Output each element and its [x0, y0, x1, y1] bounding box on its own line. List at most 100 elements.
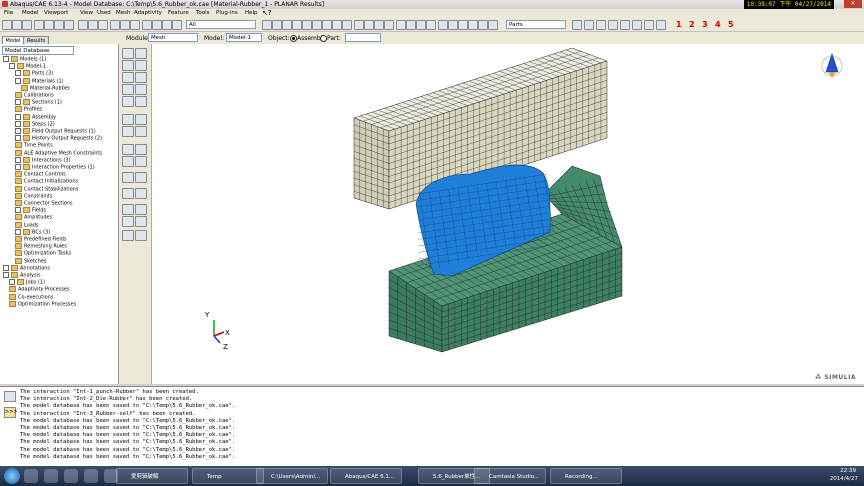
expand-box-icon[interactable] [15, 77, 21, 84]
toolbar-tool-icon[interactable] [396, 20, 406, 30]
tree-item[interactable]: Loads [15, 221, 39, 229]
toolbar-tool-icon[interactable] [262, 20, 272, 30]
front-view-icon[interactable] [142, 20, 152, 30]
tree-item[interactable]: Adaptivity Processes [9, 286, 70, 293]
menu-tools[interactable]: Tools [196, 10, 210, 16]
mesh-tool-icon[interactable] [135, 216, 147, 227]
menu-model[interactable]: Model [22, 10, 39, 16]
taskbar-button[interactable]: Recording... [550, 468, 622, 484]
toolbar-tool-icon[interactable] [438, 20, 448, 30]
top-view-icon[interactable] [162, 20, 172, 30]
toolbar-tool-icon[interactable] [312, 20, 322, 30]
toolbar-tool-icon[interactable] [478, 20, 488, 30]
tree-item[interactable]: Sections (1) [15, 99, 62, 106]
toolbar-tool-icon[interactable] [292, 20, 302, 30]
toolbar-tool-icon[interactable] [426, 20, 436, 30]
tree-item[interactable]: Profiles [15, 106, 42, 113]
expand-box-icon[interactable] [15, 164, 21, 170]
toolbar-tool-icon[interactable] [608, 20, 618, 30]
mesh-tool-icon[interactable] [135, 60, 147, 71]
toolbar-tool-icon[interactable] [272, 20, 282, 30]
toolbar-tool-icon[interactable] [468, 20, 478, 30]
tree-item[interactable]: Connector Sections [15, 200, 73, 207]
tree-item[interactable]: Jobs (1) [9, 279, 45, 286]
mesh-tool-icon[interactable] [122, 60, 134, 71]
mesh-tool-icon[interactable] [135, 172, 147, 183]
menu-mesh[interactable]: Mesh [116, 10, 130, 16]
open-icon[interactable] [12, 20, 22, 30]
expand-box-icon[interactable] [3, 272, 9, 278]
view-2-button[interactable]: 2 [689, 20, 695, 29]
toolbar-tool-icon[interactable] [584, 20, 594, 30]
module-select[interactable]: Mesh [148, 33, 198, 42]
mesh-tool-icon[interactable] [122, 96, 134, 107]
mesh-tool-icon[interactable] [135, 230, 147, 241]
expand-box-icon[interactable] [15, 228, 21, 235]
toolbar-tool-icon[interactable] [406, 20, 416, 30]
toolbar-tool-icon[interactable] [572, 20, 582, 30]
close-icon[interactable]: ✕ [844, 0, 862, 8]
view-3-button[interactable]: 3 [702, 20, 708, 29]
taskbar-button[interactable]: Temp [192, 468, 264, 484]
model-select[interactable]: Model-1 [226, 33, 262, 42]
toolbar-tool-icon[interactable] [644, 20, 654, 30]
tree-item[interactable]: Materials (1) [15, 77, 64, 85]
tree-item[interactable]: Contact Initializations [15, 178, 78, 185]
quicklaunch-icon[interactable] [24, 469, 38, 483]
tree-item[interactable]: Amplitudes [15, 214, 52, 221]
tree-item[interactable]: Co-executions [9, 293, 53, 301]
toolbar-tool-icon[interactable] [342, 20, 352, 30]
toolbar-tool-icon[interactable] [656, 20, 666, 30]
expand-box-icon[interactable] [15, 70, 21, 77]
mesh-tool-icon[interactable] [135, 48, 147, 59]
mesh-tool-icon[interactable] [122, 48, 134, 59]
mesh-tool-icon[interactable] [122, 72, 134, 83]
zoom-icon[interactable] [88, 20, 98, 30]
view-4-button[interactable]: 4 [715, 20, 721, 29]
tree-item[interactable]: History Output Requests (2) [15, 135, 102, 142]
menu-view[interactable]: View [80, 10, 93, 16]
toolbar-tool-icon[interactable] [332, 20, 342, 30]
mesh-tool-icon[interactable] [135, 156, 147, 167]
expand-box-icon[interactable] [9, 279, 15, 286]
menu-viewport[interactable]: Viewport [44, 10, 68, 16]
tree-item[interactable]: Fields [15, 207, 46, 214]
pan-icon[interactable] [64, 20, 74, 30]
toolbar-tool-icon[interactable] [620, 20, 630, 30]
box-zoom-icon[interactable] [98, 20, 108, 30]
tree-item[interactable]: Remeshing Rules [15, 243, 67, 250]
mesh-tool-icon[interactable] [122, 144, 134, 155]
expand-box-icon[interactable] [15, 99, 21, 106]
toolbar-tool-icon[interactable] [416, 20, 426, 30]
mesh-tool-icon[interactable] [135, 204, 147, 215]
quicklaunch-icon[interactable] [84, 469, 98, 483]
toolbar-tool-icon[interactable] [384, 20, 394, 30]
tree-item[interactable]: Annotations [3, 264, 50, 272]
rotate-icon[interactable] [78, 20, 88, 30]
menu-file[interactable]: File [4, 10, 13, 16]
quicklaunch-icon[interactable] [44, 469, 58, 483]
toolbar-tool-icon[interactable] [354, 20, 364, 30]
cycle-view-icon[interactable] [120, 20, 130, 30]
part-radio[interactable] [320, 35, 327, 42]
print-icon[interactable] [34, 20, 44, 30]
tree-item[interactable]: Models (1) [3, 56, 46, 63]
taskbar-button[interactable]: C:\Users\Admini... [256, 468, 328, 484]
mesh-tool-icon[interactable] [122, 172, 134, 183]
expand-box-icon[interactable] [15, 207, 21, 214]
tree-item[interactable]: Time Points [15, 142, 53, 149]
mesh-tool-icon[interactable] [135, 96, 147, 107]
toolbar-tool-icon[interactable] [322, 20, 332, 30]
tree-item[interactable]: Assembly [15, 113, 56, 121]
mesh-tool-icon[interactable] [135, 188, 147, 199]
view-5-button[interactable]: 5 [728, 20, 734, 29]
taskbar-button[interactable]: Camtasia Studio... [474, 468, 546, 484]
help-arrow-icon[interactable]: ↖? [262, 9, 272, 17]
parts-select[interactable]: Parts [506, 20, 566, 29]
expand-box-icon[interactable] [15, 120, 21, 127]
iso-view-icon[interactable] [172, 20, 182, 30]
expand-box-icon[interactable] [3, 264, 9, 271]
mesh-tool-icon[interactable] [135, 144, 147, 155]
viewport[interactable]: Y X Z ⁂ SIMULIA [152, 44, 864, 384]
menu-help[interactable]: Help [245, 10, 258, 16]
